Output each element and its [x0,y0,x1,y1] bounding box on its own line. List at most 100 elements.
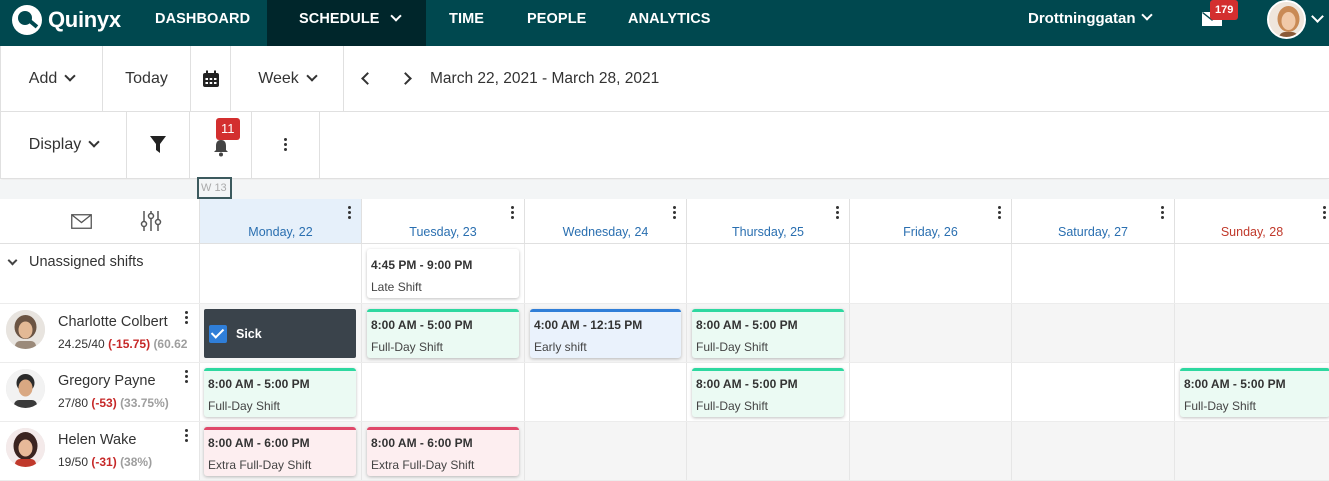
day-header-friday[interactable]: Friday, 26 [849,199,1011,243]
day-options-icon[interactable] [1161,206,1164,221]
nav-dashboard[interactable]: DASHBOARD [155,0,250,46]
unit-selector[interactable]: Drottninggatan [1028,0,1154,38]
employee-hours-value: 27/80 [58,396,89,410]
day-header-saturday[interactable]: Saturday, 27 [1011,199,1174,243]
day-header-monday[interactable]: Monday, 22 [199,199,361,243]
day-cell[interactable]: 8:00 AM - 5:00 PM Full-Day Shift [361,304,524,362]
day-header-sunday[interactable]: Sunday, 28 [1174,199,1329,243]
shift-name: Full-Day Shift [371,340,444,354]
day-cell[interactable] [199,244,361,303]
sick-absence-card[interactable]: Sick [204,309,356,358]
shift-name: Late Shift [371,280,422,294]
day-cell[interactable]: 8:00 AM - 5:00 PM Full-Day Shift [1174,363,1329,421]
nav-analytics[interactable]: ANALYTICS [628,0,711,46]
shift-card[interactable]: 8:00 AM - 6:00 PM Extra Full-Day Shift [367,427,519,476]
day-cell[interactable]: 8:00 AM - 5:00 PM Full-Day Shift [686,363,849,421]
day-cell[interactable]: 8:00 AM - 5:00 PM Full-Day Shift [199,363,361,421]
employee-info[interactable]: Gregory Payne 27/80 (-53) (33.75%) [0,363,199,421]
day-cell[interactable]: 8:00 AM - 6:00 PM Extra Full-Day Shift [361,422,524,480]
nav-people[interactable]: PEOPLE [527,0,586,46]
checkbox-checked-icon[interactable] [209,325,227,343]
day-cell[interactable] [1174,304,1329,362]
day-cell[interactable]: 8:00 AM - 5:00 PM Full-Day Shift [686,304,849,362]
view-selector-label: Week [258,69,299,87]
shift-name: Full-Day Shift [696,399,769,413]
message-envelope-icon[interactable] [71,214,92,229]
shift-card[interactable]: 8:00 AM - 5:00 PM Full-Day Shift [367,309,519,358]
calendar-button[interactable] [191,46,231,111]
filter-button[interactable] [127,112,190,178]
day-header-tuesday[interactable]: Tuesday, 23 [361,199,524,243]
day-cell[interactable] [524,363,686,421]
day-header-wednesday[interactable]: Wednesday, 24 [524,199,686,243]
shift-card[interactable]: 8:00 AM - 5:00 PM Full-Day Shift [204,368,356,417]
employee-info[interactable]: Helen Wake 19/50 (-31) (38%) [0,422,199,480]
day-cell[interactable] [1174,422,1329,480]
today-button[interactable]: Today [103,46,191,111]
day-header-label: Thursday, 25 [731,225,805,239]
day-options-icon[interactable] [511,206,514,221]
employee-hours-value: 19/50 [58,455,89,469]
employee-info[interactable]: Charlotte Colbert 24.25/40 (-15.75) (60.… [0,304,199,362]
shift-name: Extra Full-Day Shift [371,458,475,472]
day-cell[interactable] [1174,244,1329,303]
next-week-arrow-icon[interactable] [399,72,412,85]
day-cell[interactable] [686,244,849,303]
day-options-icon[interactable] [998,206,1001,221]
quinyx-logo[interactable]: Quinyx [12,5,121,35]
employee-options-icon[interactable] [185,311,188,326]
add-button[interactable]: Add [0,46,103,111]
nav-schedule[interactable]: SCHEDULE [267,0,426,46]
day-cell[interactable] [849,363,1011,421]
unassigned-shifts-header[interactable]: Unassigned shifts [0,244,199,303]
display-button[interactable]: Display [0,112,127,178]
add-button-label: Add [28,69,58,87]
more-options-button[interactable] [252,112,320,178]
day-options-icon[interactable] [1323,206,1326,221]
brand-name: Quinyx [48,7,121,32]
chevron-down-icon[interactable] [7,255,18,266]
day-cell[interactable] [686,422,849,480]
day-cell[interactable]: 8:00 AM - 6:00 PM Extra Full-Day Shift [199,422,361,480]
day-cell[interactable]: 4:45 PM - 9:00 PM Late Shift [361,244,524,303]
chevron-down-icon [306,69,318,82]
day-options-icon[interactable] [673,206,676,221]
sliders-icon[interactable] [140,210,162,232]
day-cell[interactable] [524,422,686,480]
employee-hours-percent: (33.75%) [120,396,169,410]
day-header-label: Friday, 26 [903,225,958,239]
shift-card[interactable]: 4:45 PM - 9:00 PM Late Shift [367,249,519,298]
day-cell[interactable]: 4:00 AM - 12:15 PM Early shift [524,304,686,362]
day-options-icon[interactable] [348,206,351,221]
day-cell[interactable] [524,244,686,303]
shift-card[interactable]: 4:00 AM - 12:15 PM Early shift [530,309,681,358]
today-button-label: Today [125,69,168,87]
shift-card[interactable]: 8:00 AM - 6:00 PM Extra Full-Day Shift [204,427,356,476]
day-cell[interactable] [1011,244,1174,303]
day-header-thursday[interactable]: Thursday, 25 [686,199,849,243]
shift-card[interactable]: 8:00 AM - 5:00 PM Full-Day Shift [692,309,844,358]
day-cell[interactable] [361,363,524,421]
employee-hours-diff: (-31) [91,455,117,469]
shift-card[interactable]: 8:00 AM - 5:00 PM Full-Day Shift [692,368,844,417]
week-number-tag[interactable]: W 13 [197,177,232,199]
user-avatar[interactable] [1267,0,1306,39]
day-cell[interactable] [849,422,1011,480]
day-cell[interactable] [1011,422,1174,480]
employee-options-icon[interactable] [185,429,188,444]
shift-time: 8:00 AM - 6:00 PM [208,436,310,450]
chevron-down-icon[interactable] [1311,10,1324,23]
nav-time[interactable]: TIME [449,0,484,46]
previous-week-arrow-icon[interactable] [361,72,374,85]
shift-card[interactable]: 8:00 AM - 5:00 PM Full-Day Shift [1180,368,1329,417]
view-selector[interactable]: Week [231,46,344,111]
day-cell[interactable] [1011,304,1174,362]
employee-options-icon[interactable] [185,370,188,385]
day-header-label: Sunday, 28 [1220,225,1284,239]
unassigned-shifts-label: Unassigned shifts [29,254,144,270]
day-options-icon[interactable] [836,206,839,221]
day-cell[interactable] [849,304,1011,362]
day-cell[interactable]: Sick [199,304,361,362]
day-cell[interactable] [1011,363,1174,421]
day-cell[interactable] [849,244,1011,303]
